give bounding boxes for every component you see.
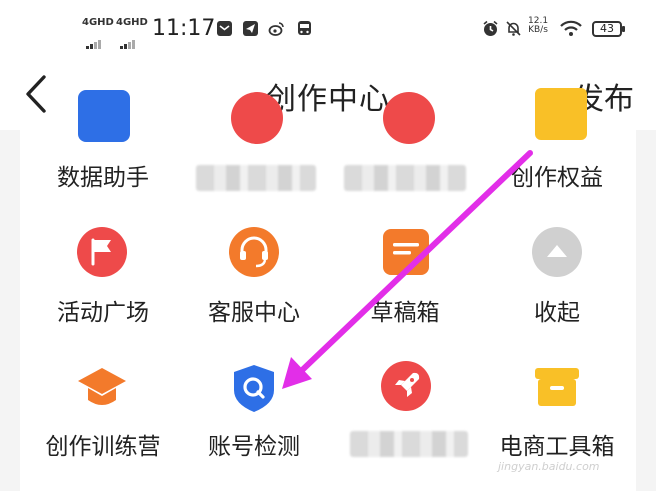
annotation-arrow (282, 150, 533, 389)
watermark: jingyan.baidu.com (498, 460, 600, 473)
